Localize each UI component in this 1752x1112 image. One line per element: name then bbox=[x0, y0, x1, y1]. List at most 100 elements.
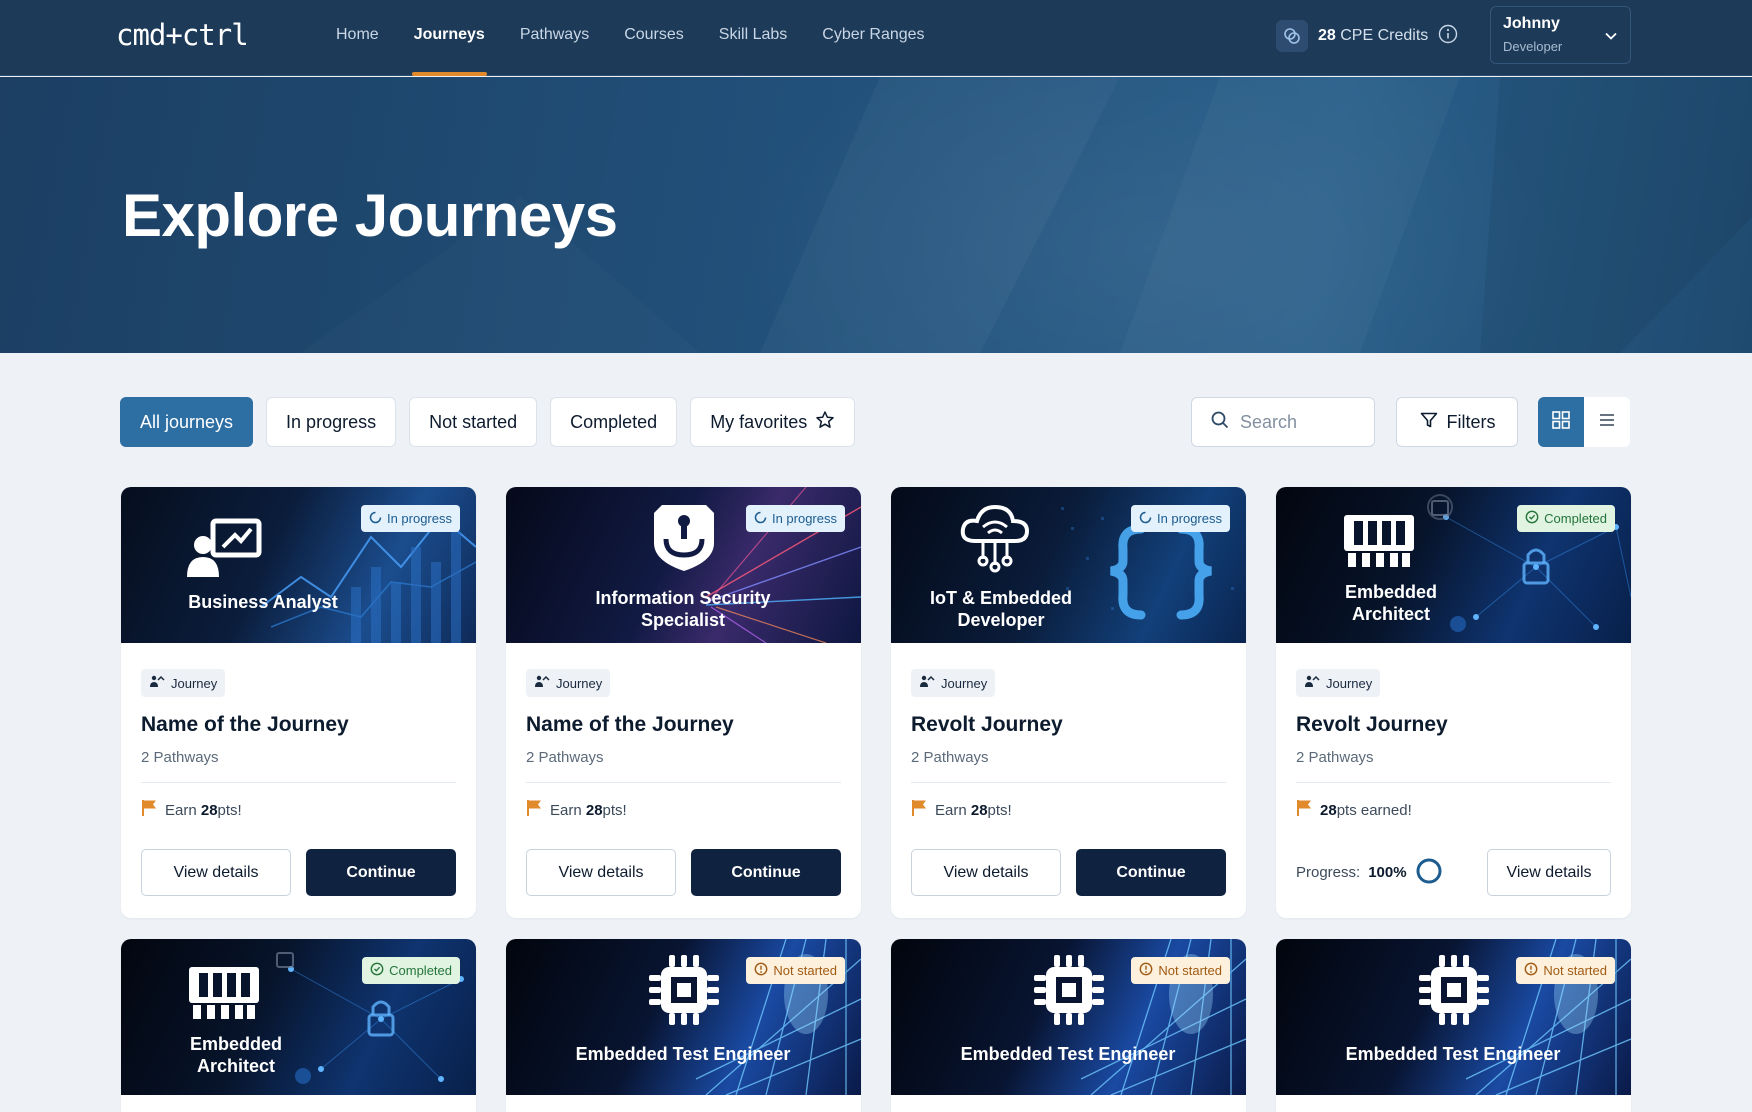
points-suffix: pts earned! bbox=[1336, 801, 1412, 819]
journey-tag-label: Journey bbox=[556, 675, 603, 691]
journey-card[interactable]: Embedded Test Engineer Not started bbox=[506, 939, 861, 1112]
alert-circle-icon bbox=[754, 962, 768, 979]
status-label: In progress bbox=[1156, 511, 1222, 526]
points-suffix: pts! bbox=[217, 801, 242, 819]
journey-card[interactable]: Information Security Specialist In progr… bbox=[506, 487, 861, 918]
status-badge: Not started bbox=[746, 957, 845, 984]
card-image-title: Embedded Architect bbox=[189, 1034, 282, 1076]
status-badge: Not started bbox=[1516, 957, 1615, 984]
tab-my-favorites-label: My favorites bbox=[710, 411, 808, 432]
nav-link-cyber-ranges[interactable]: Cyber Ranges bbox=[822, 0, 924, 76]
points-value: 28 bbox=[970, 801, 988, 819]
in-progress-icon bbox=[1139, 511, 1152, 527]
card-body: Journey Name of the Journey 2 Pathways E… bbox=[506, 643, 861, 896]
card-image-title: Embedded Architect bbox=[1344, 582, 1437, 624]
view-details-button[interactable]: View details bbox=[1487, 849, 1611, 896]
tab-in-progress[interactable]: In progress bbox=[266, 397, 397, 447]
status-label: Completed bbox=[1544, 511, 1607, 526]
nav-link-journeys[interactable]: Journeys bbox=[411, 0, 487, 76]
card-image: Information Security Specialist In progr… bbox=[506, 487, 861, 643]
status-label: Not started bbox=[1543, 963, 1607, 978]
progress-value: 100% bbox=[1368, 864, 1407, 881]
journey-tag-label: Journey bbox=[941, 675, 988, 691]
search-input[interactable] bbox=[1240, 411, 1360, 433]
nav-link-home[interactable]: Home bbox=[336, 0, 379, 76]
card-image: IoT & Embedded Developer In progress bbox=[891, 487, 1246, 643]
status-badge: In progress bbox=[1130, 505, 1230, 532]
journey-card[interactable]: IoT & Embedded Developer In progress Jou… bbox=[891, 487, 1246, 918]
main-nav: Home Journeys Pathways Courses Skill Lab… bbox=[336, 0, 960, 76]
tab-my-favorites[interactable]: My favorites bbox=[690, 397, 856, 447]
points-info: Earn 28pts! bbox=[141, 799, 456, 821]
journey-card[interactable]: Embedded Test Engineer Not started bbox=[1276, 939, 1631, 1112]
info-icon[interactable] bbox=[1438, 24, 1458, 49]
cpe-credits: 28 CPE Credits bbox=[1276, 20, 1458, 52]
chevron-down-icon bbox=[1604, 29, 1618, 48]
points-info: Earn 28pts! bbox=[911, 799, 1226, 821]
status-badge: Not started bbox=[1131, 957, 1230, 984]
page-title: Explore Journeys bbox=[122, 182, 618, 249]
journey-tag: Journey bbox=[141, 669, 226, 697]
progress-info: Progress: 100% bbox=[1296, 857, 1443, 889]
card-image-title: Information Security Specialist bbox=[595, 588, 771, 630]
flag-icon bbox=[526, 799, 542, 821]
nav-link-courses[interactable]: Courses bbox=[624, 0, 684, 76]
card-image-title: Embedded Test Engineer bbox=[1345, 1044, 1561, 1064]
journey-card[interactable]: Business Analyst In progress Journey Nam… bbox=[121, 487, 476, 918]
journey-icon bbox=[149, 674, 165, 693]
filters-button[interactable]: Filters bbox=[1396, 397, 1518, 447]
grid-view-button[interactable] bbox=[1538, 397, 1584, 447]
points-suffix: pts! bbox=[987, 801, 1012, 819]
alert-circle-icon bbox=[1139, 962, 1153, 979]
search-box[interactable] bbox=[1191, 397, 1375, 447]
continue-button[interactable]: Continue bbox=[1076, 849, 1226, 896]
journey-tag-label: Journey bbox=[171, 675, 218, 691]
alert-circle-icon bbox=[1524, 962, 1538, 979]
nav-link-skill-labs[interactable]: Skill Labs bbox=[719, 0, 787, 76]
status-badge: Completed bbox=[362, 957, 460, 984]
view-details-button[interactable]: View details bbox=[141, 849, 291, 896]
user-menu[interactable]: Johnny Developer bbox=[1490, 6, 1631, 64]
points-info: 28pts earned! bbox=[1296, 799, 1611, 821]
divider bbox=[526, 782, 841, 783]
top-nav: cmd+ctrl Home Journeys Pathways Courses … bbox=[0, 0, 1752, 76]
flag-icon bbox=[911, 799, 927, 821]
filter-tabs: All journeys In progress Not started Com… bbox=[120, 397, 856, 447]
card-body: Journey Name of the Journey 2 Pathways E… bbox=[121, 643, 476, 896]
list-view-button[interactable] bbox=[1584, 397, 1630, 447]
journey-card[interactable]: Embedded Test Engineer Not started bbox=[891, 939, 1246, 1112]
journey-tag: Journey bbox=[526, 669, 611, 697]
view-details-button[interactable]: View details bbox=[911, 849, 1061, 896]
card-image-title: Embedded Test Engineer bbox=[960, 1044, 1176, 1064]
earn-prefix: Earn bbox=[935, 801, 967, 819]
journey-icon bbox=[919, 674, 935, 693]
status-label: In progress bbox=[386, 511, 452, 526]
journey-card[interactable]: Embedded Architect Completed bbox=[121, 939, 476, 1112]
user-role: Developer bbox=[1503, 39, 1563, 54]
journey-tag-label: Journey bbox=[1326, 675, 1373, 691]
earn-prefix: Earn bbox=[550, 801, 582, 819]
status-badge: In progress bbox=[360, 505, 460, 532]
nav-link-pathways[interactable]: Pathways bbox=[520, 0, 589, 76]
tab-not-started[interactable]: Not started bbox=[409, 397, 538, 447]
card-body: Journey Revolt Journey 2 Pathways 28pts … bbox=[1276, 643, 1631, 896]
view-details-button[interactable]: View details bbox=[526, 849, 676, 896]
earn-prefix: Earn bbox=[165, 801, 197, 819]
card-actions: View details Continue bbox=[141, 849, 456, 896]
tab-completed[interactable]: Completed bbox=[550, 397, 678, 447]
continue-button[interactable]: Continue bbox=[691, 849, 841, 896]
card-image: Embedded Test Engineer Not started bbox=[1276, 939, 1631, 1095]
journey-tag: Journey bbox=[1296, 669, 1381, 697]
filters-label: Filters bbox=[1446, 411, 1496, 432]
pathways-count: 2 Pathways bbox=[1296, 749, 1374, 766]
journey-card[interactable]: Embedded Architect Completed Journey Rev… bbox=[1276, 487, 1631, 918]
tab-all-journeys[interactable]: All journeys bbox=[120, 397, 254, 447]
flag-icon bbox=[1296, 799, 1312, 821]
card-image: Embedded Test Engineer Not started bbox=[891, 939, 1246, 1095]
logo[interactable]: cmd+ctrl bbox=[116, 18, 249, 52]
status-label: Not started bbox=[773, 963, 837, 978]
search-icon bbox=[1210, 410, 1230, 435]
card-actions: View details Continue bbox=[911, 849, 1226, 896]
card-image: Embedded Test Engineer Not started bbox=[506, 939, 861, 1095]
continue-button[interactable]: Continue bbox=[306, 849, 456, 896]
